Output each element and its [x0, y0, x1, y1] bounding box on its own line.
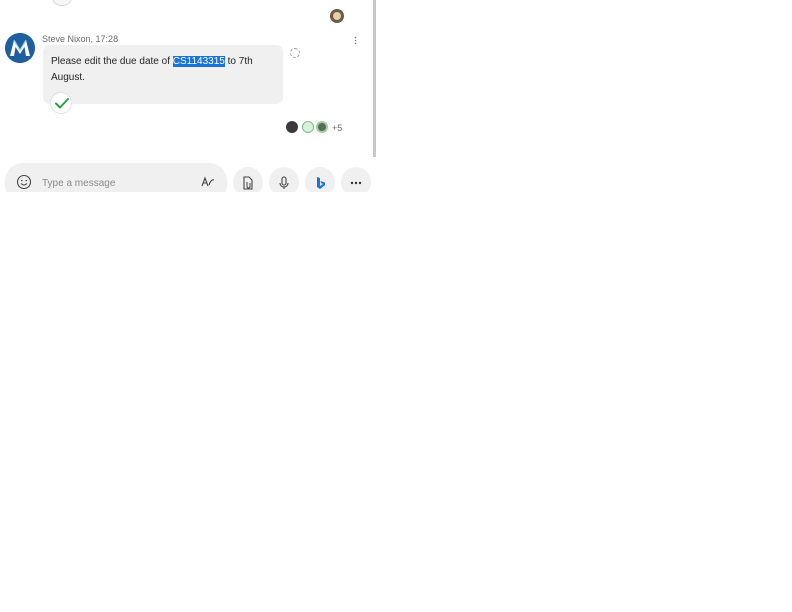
selected-text[interactable]: CS1143315: [172, 56, 225, 67]
reader-avatar: [330, 9, 344, 23]
scrollbar[interactable]: [373, 0, 376, 157]
microphone-button[interactable]: [269, 167, 299, 192]
message-bubble[interactable]: Please edit the due date of CS1143315 to…: [43, 45, 283, 104]
bing-button[interactable]: [305, 167, 335, 192]
rewrite-icon[interactable]: [201, 176, 215, 188]
message-meta: Steve Nixon, 17:28: [42, 34, 119, 44]
checkmark-icon: [55, 98, 69, 109]
previous-message-reaction[interactable]: [52, 0, 72, 6]
sender-avatar[interactable]: [5, 33, 35, 63]
message-time: 17:28: [95, 34, 119, 44]
microphone-icon: [279, 176, 289, 189]
more-horizontal-icon: [350, 181, 362, 185]
m-logo-icon: [5, 33, 35, 63]
bing-icon: [317, 177, 325, 189]
reader-avatar: [302, 121, 314, 133]
more-options-button[interactable]: [341, 167, 371, 192]
seen-status-icon: [290, 48, 300, 58]
chat-panel: Steve Nixon, 17:28 Please edit the due d…: [0, 0, 376, 192]
check-reaction[interactable]: [50, 92, 72, 114]
message-composer[interactable]: [5, 163, 227, 192]
reader-avatar: [286, 121, 298, 133]
message-text: Please edit the due date of CS1143315 to…: [51, 56, 253, 83]
sender-name: Steve Nixon: [42, 34, 91, 44]
message-input[interactable]: [42, 175, 192, 191]
message-more-icon[interactable]: [354, 36, 357, 46]
reader-count: +5: [332, 123, 343, 133]
attach-button[interactable]: [233, 167, 263, 192]
reader-avatar: [316, 121, 328, 133]
attach-file-icon: [243, 176, 253, 190]
emoji-icon[interactable]: [16, 174, 32, 190]
